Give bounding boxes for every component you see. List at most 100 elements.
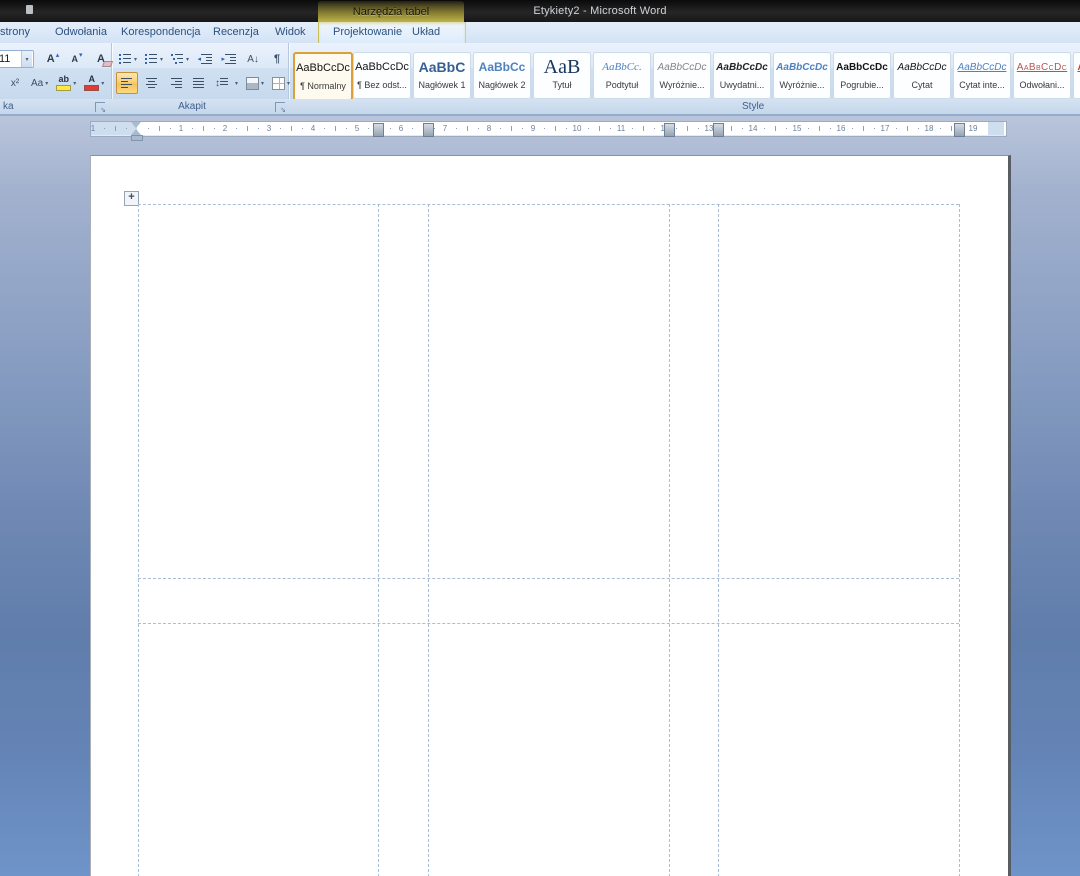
tab-widok[interactable]: Widok — [270, 22, 311, 43]
justify-button[interactable] — [188, 72, 210, 94]
ruler-tick — [852, 128, 853, 129]
ruler-tick — [192, 128, 193, 129]
increase-indent-button[interactable]: ▸ — [218, 48, 240, 70]
ribbon-group-styles: AaBbCcDc ¶ Normalny AaBbCcDc ¶ Bez odst... A… — [289, 43, 1080, 101]
font-dialog-launcher-icon[interactable] — [95, 102, 106, 114]
table-column-border — [428, 204, 429, 876]
font-size-combo[interactable]: 11 ▾ — [0, 49, 40, 69]
ruler-table-column-marker[interactable] — [423, 123, 434, 137]
style-chip-nagłówek-1[interactable]: AaBbC Nagłówek 1 — [413, 52, 471, 99]
tab-odwo-ania[interactable]: Odwołania — [50, 22, 112, 43]
dropdown-icon[interactable]: ▾ — [235, 80, 238, 87]
ruler-tick — [566, 128, 567, 129]
ruler-table-column-marker[interactable] — [373, 123, 384, 137]
ruler-tick — [467, 126, 468, 131]
ruler-tick — [819, 126, 820, 131]
ruler-tick — [214, 128, 215, 129]
style-chip--normalny[interactable]: AaBbCcDc ¶ Normalny — [293, 52, 353, 101]
ruler-number: 3 — [266, 124, 272, 133]
paragraph-group-label: Akapit — [178, 101, 206, 112]
style-chip-odwołani-[interactable]: AaBbCcDcOdwołani... — [1013, 52, 1071, 99]
tab-recenzja[interactable]: Recenzja — [208, 22, 264, 43]
line-spacing-button[interactable]: ↕ ▾ — [212, 72, 241, 94]
horizontal-ruler[interactable]: 123456789101112131415161718191 — [90, 120, 1007, 141]
left-indent-marker[interactable] — [131, 135, 143, 141]
ruler-number: 2 — [222, 124, 228, 133]
font-size-combo[interactable]: 11 ▾ — [0, 50, 34, 68]
dropdown-icon[interactable]: ▾ — [261, 80, 264, 87]
dropdown-icon[interactable]: ▾ — [186, 56, 189, 63]
ruler-tick — [698, 128, 699, 129]
tab-uk-ad[interactable]: Układ — [407, 22, 445, 43]
ruler-tick — [588, 128, 589, 129]
style-chip-uwydatni-[interactable]: AaBbCcDc Uwydatni... — [713, 52, 771, 99]
shrink-font-button[interactable]: A ▾ — [66, 48, 88, 70]
style-chip-label: Nagłówek 1 — [418, 80, 466, 90]
style-chip-odwołani-[interactable]: AaBbCcDcOdwołani... — [1073, 52, 1080, 99]
shading-button[interactable]: ▾ — [243, 72, 267, 94]
align-center-button[interactable] — [140, 72, 162, 94]
change-case-button[interactable]: Aa ▾ — [28, 72, 51, 94]
style-sample-text: AaBbCcDc — [897, 62, 947, 73]
ribbon-group-font: 11 ▾ A ▴ A ▾ A x² Aa ▾ ab ▾ A ▾ — [0, 43, 112, 99]
style-chip-tytuł[interactable]: AaB Tytuł — [533, 52, 591, 99]
ruler-tick — [478, 128, 479, 129]
ruler-number: 1 — [90, 124, 96, 133]
style-chip-pogrubie-[interactable]: AaBbCcDc Pogrubie... — [833, 52, 891, 99]
align-left-button[interactable] — [116, 72, 138, 94]
ruler-tick — [874, 128, 875, 129]
tab-strony[interactable]: strony — [0, 22, 35, 43]
ruler-tick — [511, 126, 512, 131]
first-line-indent-marker[interactable] — [131, 122, 141, 128]
dropdown-icon[interactable]: ▾ — [45, 80, 48, 87]
ruler-tick — [643, 126, 644, 131]
ruler-tick — [335, 126, 336, 131]
ruler-tick — [148, 128, 149, 129]
grow-font-button[interactable]: A ▴ — [42, 48, 64, 70]
table-column-border — [718, 204, 719, 876]
ruler-tick — [258, 128, 259, 129]
dropdown-icon[interactable]: ▾ — [73, 80, 76, 87]
style-chip-label: Cytat — [911, 80, 933, 90]
multilevel-list-button[interactable]: ▾ — [168, 48, 192, 70]
dropdown-icon[interactable]: ▾ — [101, 80, 104, 87]
ruler-table-column-marker[interactable] — [954, 123, 965, 137]
combo-dropdown-icon[interactable]: ▾ — [21, 51, 32, 67]
paragraph-dialog-launcher-icon[interactable] — [275, 102, 286, 114]
ruler-tick — [522, 128, 523, 129]
ribbon-group-labels: ka Akapit Style — [0, 99, 1080, 116]
table-move-handle-icon[interactable]: + — [124, 191, 139, 206]
style-chip-cytat[interactable]: AaBbCcDc Cytat — [893, 52, 951, 99]
ruler-tick — [170, 128, 171, 129]
tab-korespondencja[interactable]: Korespondencja — [116, 22, 206, 43]
dropdown-icon[interactable]: ▾ — [134, 56, 137, 63]
style-chip--bez-odst-[interactable]: AaBbCcDc ¶ Bez odst... — [353, 52, 411, 99]
style-chip-wyróżnie-[interactable]: AaBbCcDc Wyróżnie... — [773, 52, 831, 99]
style-chip-nagłówek-2[interactable]: AaBbCc Nagłówek 2 — [473, 52, 531, 99]
ruler-table-column-marker[interactable] — [664, 123, 675, 137]
decrease-indent-button[interactable]: ◂ — [194, 48, 216, 70]
style-chip-wyróżnie-[interactable]: AaBbCcDc Wyróżnie... — [653, 52, 711, 99]
ruler-tick — [940, 128, 941, 129]
text-highlight-color-button[interactable]: ab ▾ — [53, 72, 79, 94]
ruler-tick — [412, 128, 413, 129]
align-right-button[interactable] — [164, 72, 186, 94]
superscript-button[interactable]: x² — [4, 72, 26, 94]
clear-formatting-button[interactable]: A — [90, 48, 112, 70]
bullet-list-button[interactable]: ▾ — [116, 48, 140, 70]
style-chip-podtytuł[interactable]: AaBbCc. Podtytuł — [593, 52, 651, 99]
ribbon-group-paragraph: ▾ ▾ ▾ ◂ ▸ A↓ ¶ ↕ ▾ ▾ ▾ — [112, 43, 290, 99]
page[interactable]: + — [90, 155, 1011, 876]
sort-button[interactable]: A↓ — [242, 48, 264, 70]
dropdown-icon[interactable]: ▾ — [160, 56, 163, 63]
show-formatting-marks-button[interactable]: ¶ — [266, 48, 288, 70]
quick-access-toolbar-icon[interactable] — [26, 5, 33, 14]
style-chip-cytat-inte-[interactable]: AaBbCcDc Cytat inte... — [953, 52, 1011, 99]
table-column-border — [669, 204, 670, 876]
ruler-tick — [291, 126, 292, 131]
font-color-button[interactable]: A ▾ — [81, 72, 107, 94]
title-bar: Narzędzia tabel Etykiety2 - Microsoft Wo… — [0, 0, 1080, 22]
ruler-table-column-marker[interactable] — [713, 123, 724, 137]
numbered-list-button[interactable]: ▾ — [142, 48, 166, 70]
tab-projektowanie[interactable]: Projektowanie — [328, 22, 407, 43]
